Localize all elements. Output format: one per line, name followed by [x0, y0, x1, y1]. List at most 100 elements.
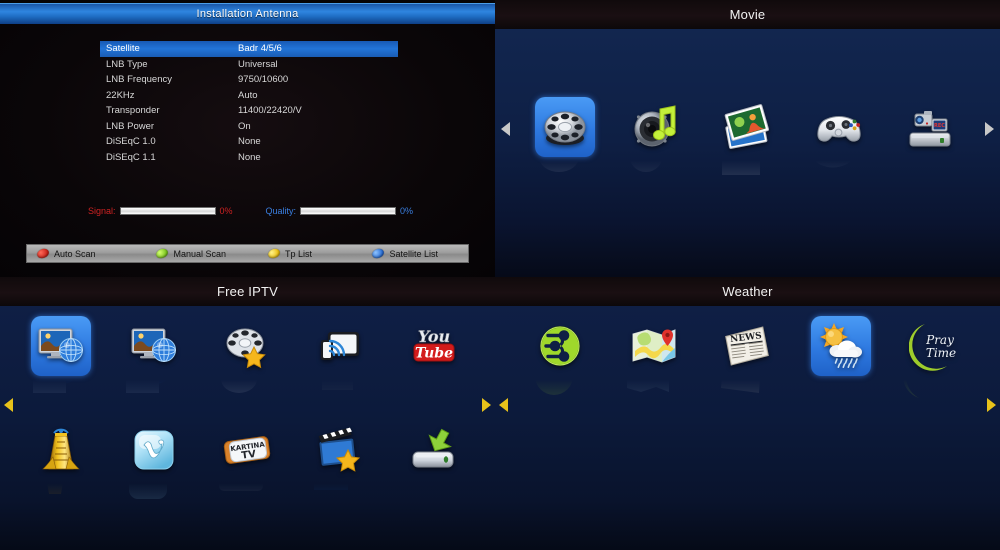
setting-value: Auto	[238, 89, 258, 101]
movie-item-music[interactable]	[624, 95, 688, 172]
setting-value: None	[238, 151, 261, 163]
setting-value: 9750/10600	[238, 74, 289, 86]
iptv-item-vimeo[interactable]	[122, 418, 186, 499]
weather-item-forecast[interactable]	[809, 314, 873, 378]
icon-reflection	[215, 365, 267, 402]
icon-reflection	[309, 466, 361, 506]
setting-value: Badr 4/5/6	[238, 43, 282, 55]
setting-row-lnb-frequency[interactable]: LNB Frequency 9750/10600	[100, 72, 398, 88]
antenna-title: Installation Antenna	[196, 8, 299, 20]
satellite-list-button[interactable]: Satellite List	[362, 247, 468, 260]
weather-item-news[interactable]: NEWS	[715, 314, 779, 393]
movie-item-game[interactable]	[807, 95, 871, 168]
setting-label: DiSEqC 1.0	[106, 136, 156, 148]
iptv-item-download[interactable]	[402, 418, 466, 482]
stb-home-screen: Installation Antenna Satellite Badr 4/5/…	[0, 0, 1000, 550]
iptv-item-internet-tv-alt[interactable]	[122, 314, 186, 393]
weather-icon-row: NEWS Pray Time	[513, 314, 982, 398]
signal-quality-meters: Signal: 0% Quality: 0%	[88, 204, 448, 218]
movie-title: Movie	[729, 7, 766, 22]
setting-row-transponder[interactable]: Transponder 11400/22420/V	[100, 103, 398, 119]
icon-reflection	[528, 357, 580, 402]
tp-list-button[interactable]: Tp List	[258, 247, 363, 260]
icon-reflection	[715, 148, 767, 183]
signal-bar	[119, 207, 216, 215]
weather-prev-arrow-icon[interactable]	[499, 398, 508, 412]
yellow-key-icon	[266, 247, 282, 260]
icon-reflection	[215, 469, 267, 506]
iptv-item-movie-favorites[interactable]	[309, 418, 373, 490]
movie-panel: Movie REC	[495, 0, 1000, 277]
iptv-item-screen-cast[interactable]	[309, 314, 373, 390]
setting-row-diseqc-10[interactable]: DiSEqC 1.0 None	[100, 134, 398, 150]
setting-row-22khz[interactable]: 22KHz Auto	[100, 88, 398, 104]
signal-percent: 0%	[219, 206, 233, 216]
weather-panel: Weather NEWS Pray Time	[495, 277, 1000, 550]
setting-value: None	[238, 136, 261, 148]
news-paper-icon: NEWS	[721, 320, 773, 372]
movie-item-recorder[interactable]: REC	[898, 95, 962, 159]
icon-reflection	[622, 360, 674, 402]
iptv-item-internet-tv[interactable]	[29, 314, 93, 393]
iptv-item-broadcast-tower[interactable]	[29, 418, 93, 494]
auto-scan-button[interactable]: Auto Scan	[27, 247, 146, 260]
setting-value: 11400/22420/V	[238, 105, 302, 117]
quality-bar	[300, 207, 397, 215]
icon-reflection	[122, 360, 174, 402]
camcorder-pvr-icon: REC	[904, 101, 956, 153]
setting-label: LNB Frequency	[106, 74, 173, 86]
iptv-item-youtube[interactable]: You Tube	[402, 314, 466, 378]
movie-item-photo[interactable]	[715, 95, 779, 175]
movie-header: Movie	[495, 0, 1000, 29]
setting-row-satellite[interactable]: Satellite Badr 4/5/6	[100, 41, 398, 57]
quality-label: Quality:	[265, 206, 297, 216]
setting-value: On	[238, 120, 251, 132]
music-speaker-icon	[630, 101, 682, 153]
manual-scan-label: Manual Scan	[173, 248, 226, 259]
weather-header: Weather	[495, 277, 1000, 306]
iptv-header: Free IPTV	[0, 277, 495, 306]
weather-item-maps[interactable]	[622, 314, 686, 392]
weather-item-pray-time[interactable]: Pray Time	[902, 314, 967, 398]
iptv-item-film-favorites[interactable]	[215, 314, 279, 393]
svg-text:REC: REC	[934, 123, 945, 129]
setting-row-lnb-power[interactable]: LNB Power On	[100, 119, 398, 135]
satellite-list-label: Satellite List	[389, 248, 439, 259]
iptv-icon-row-1: You Tube	[14, 314, 481, 393]
icon-reflection	[29, 461, 81, 506]
weather-next-arrow-icon[interactable]	[987, 398, 996, 412]
manual-scan-button[interactable]: Manual Scan	[146, 247, 258, 260]
weather-body: NEWS Pray Time	[495, 306, 1000, 550]
iptv-icon-grid: You Tube KARTINA TV	[0, 314, 495, 499]
setting-label: DiSEqC 1.1	[106, 151, 156, 163]
icon-reflection	[533, 142, 585, 183]
movie-item-film-reel[interactable]	[533, 95, 597, 172]
setting-row-diseqc-11[interactable]: DiSEqC 1.1 None	[100, 150, 398, 166]
installation-antenna-panel: Installation Antenna Satellite Badr 4/5/…	[0, 0, 495, 277]
setting-row-lnb-type[interactable]: LNB Type Universal	[100, 57, 398, 73]
film-reel-star-icon	[221, 320, 273, 372]
weather-item-rss-network[interactable]	[528, 314, 592, 395]
setting-label: 22KHz	[106, 89, 135, 101]
internet-tv-alt-icon	[128, 320, 180, 372]
pray-time-icon: Pray Time	[909, 320, 961, 372]
iptv-title: Free IPTV	[216, 284, 279, 299]
setting-label: LNB Type	[106, 58, 148, 70]
screen-cast-icon	[315, 320, 367, 372]
iptv-item-kartina-tv[interactable]: KARTINA TV	[215, 418, 279, 491]
antenna-body: Satellite Badr 4/5/6 LNB Type Universal …	[0, 24, 495, 277]
weather-title: Weather	[722, 284, 773, 299]
icon-reflection	[807, 142, 859, 183]
setting-label: Satellite	[106, 43, 140, 55]
antenna-settings-list: Satellite Badr 4/5/6 LNB Type Universal …	[100, 41, 398, 165]
time-text: Time	[926, 346, 956, 360]
maps-icon	[628, 320, 680, 372]
icon-reflection	[715, 359, 767, 402]
rss-network-icon	[534, 320, 586, 372]
internet-tv-icon	[35, 320, 87, 372]
green-key-icon	[155, 247, 170, 260]
download-drive-icon	[408, 424, 460, 476]
signal-label: Signal:	[88, 206, 116, 216]
icon-reflection	[122, 461, 174, 506]
icon-reflection	[902, 351, 955, 402]
